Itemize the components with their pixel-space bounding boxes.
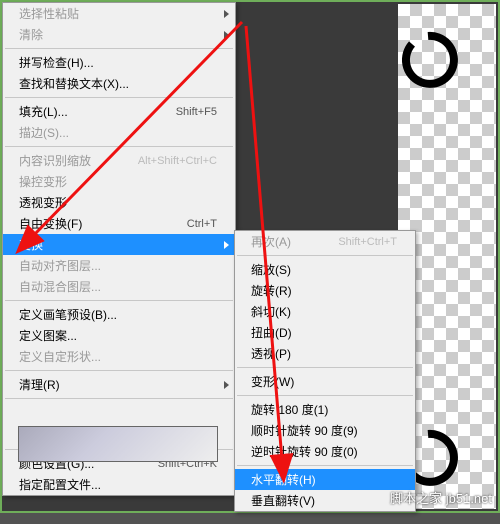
menu-item-label: 拼写检查(H)... xyxy=(19,54,217,71)
menu-item-shortcut: Ctrl+T xyxy=(187,218,217,230)
menu-separator xyxy=(5,97,233,98)
transform-submenu: 再次(A) Shift+Ctrl+T 缩放(S) 旋转(R) 斜切(K) 扭曲(D) 透视(… xyxy=(234,230,416,512)
menu-item-shortcut: Alt+Shift+Ctrl+C xyxy=(138,155,217,167)
edit-menu-item[interactable]: 透视变形 xyxy=(3,192,235,213)
menu-item-label: 指定配置文件... xyxy=(19,476,217,493)
edit-menu-item: 操控变形 xyxy=(3,171,235,192)
menu-item-label: 斜切(K) xyxy=(251,303,397,320)
edit-menu-item[interactable]: 拼写检查(H)... xyxy=(3,52,235,73)
menu-item-label: 清理(R) xyxy=(19,376,217,393)
edit-menu-item[interactable]: 填充(L)... Shift+F5 xyxy=(3,101,235,122)
menu-item-label: 垂直翻转(V) xyxy=(251,492,397,509)
edit-menu-item[interactable]: 查找和替换文本(X)... xyxy=(3,73,235,94)
menu-item-label: 逆时针旋转 90 度(0) xyxy=(251,443,397,460)
menu-item-label: 操控变形 xyxy=(19,173,217,190)
transform-menu-item[interactable]: 垂直翻转(V) xyxy=(235,490,415,511)
edit-menu-item: 自动对齐图层... xyxy=(3,255,235,276)
edit-menu-item: 选择性粘贴 xyxy=(3,3,235,24)
menu-item-label: 透视变形 xyxy=(19,194,217,211)
edit-menu-item: 描边(S)... xyxy=(3,122,235,143)
gradient-preview xyxy=(18,426,218,462)
menu-item-label: 水平翻转(H) xyxy=(251,471,397,488)
edit-menu-item: 定义自定形状... xyxy=(3,346,235,367)
menu-separator xyxy=(5,48,233,49)
transform-menu-item[interactable]: 旋转(R) xyxy=(235,280,415,301)
submenu-arrow-icon xyxy=(224,10,229,18)
transform-menu-item[interactable]: 旋转 180 度(1) xyxy=(235,399,415,420)
menu-item-label: 自动对齐图层... xyxy=(19,257,217,274)
transform-menu-item[interactable]: 变形(W) xyxy=(235,371,415,392)
menu-item-label: 扭曲(D) xyxy=(251,324,397,341)
menu-item-label: 变换 xyxy=(19,236,217,253)
transform-menu-item: 再次(A) Shift+Ctrl+T xyxy=(235,231,415,252)
menu-separator xyxy=(237,255,413,256)
menu-item-label: 内容识别缩放 xyxy=(19,152,130,169)
submenu-arrow-icon xyxy=(224,381,229,389)
menu-item-label: 再次(A) xyxy=(251,233,330,250)
menu-separator xyxy=(5,146,233,147)
menu-separator xyxy=(5,398,233,399)
edit-menu-item[interactable]: 自由变换(F) Ctrl+T xyxy=(3,213,235,234)
transform-menu-item[interactable]: 扭曲(D) xyxy=(235,322,415,343)
edit-menu-item: 自动混合图层... xyxy=(3,276,235,297)
menu-item-label: 旋转(R) xyxy=(251,282,397,299)
transform-menu-item[interactable]: 斜切(K) xyxy=(235,301,415,322)
menu-item-label: 自动混合图层... xyxy=(19,278,217,295)
transform-menu-item[interactable]: 缩放(S) xyxy=(235,259,415,280)
menu-item-label: 定义自定形状... xyxy=(19,348,217,365)
edit-menu-item[interactable]: 指定配置文件... xyxy=(3,474,235,495)
menu-separator xyxy=(237,367,413,368)
menu-separator xyxy=(237,395,413,396)
menu-item-label: 描边(S)... xyxy=(19,124,217,141)
menu-separator xyxy=(237,465,413,466)
edit-context-menu: 选择性粘贴清除拼写检查(H)... 查找和替换文本(X)... 填充(L)... Sh… xyxy=(2,2,236,496)
edit-menu-item[interactable]: 定义画笔预设(B)... xyxy=(3,304,235,325)
transform-menu-item[interactable]: 逆时针旋转 90 度(0) xyxy=(235,441,415,462)
watermark: 脚本之家 jb51.net xyxy=(390,488,492,507)
menu-item-label: 定义图案... xyxy=(19,327,217,344)
menu-separator xyxy=(5,300,233,301)
submenu-arrow-icon xyxy=(224,31,229,39)
menu-item-label: 变形(W) xyxy=(251,373,397,390)
edit-menu-item: 内容识别缩放 Alt+Shift+Ctrl+C xyxy=(3,150,235,171)
menu-item-shortcut: Shift+Ctrl+T xyxy=(338,236,397,248)
menu-item-label: 清除 xyxy=(19,26,217,43)
submenu-arrow-icon xyxy=(224,241,229,249)
edit-menu-item[interactable]: 定义图案... xyxy=(3,325,235,346)
menu-separator xyxy=(5,370,233,371)
edit-menu-item: 清除 xyxy=(3,24,235,45)
menu-item-label: 填充(L)... xyxy=(19,103,168,120)
menu-item-label: 自由变换(F) xyxy=(19,215,179,232)
transform-menu-item[interactable]: 透视(P) xyxy=(235,343,415,364)
menu-item-label: 旋转 180 度(1) xyxy=(251,401,397,418)
menu-item-label: 查找和替换文本(X)... xyxy=(19,75,217,92)
transform-menu-item[interactable]: 水平翻转(H) xyxy=(235,469,415,490)
menu-item-label: 透视(P) xyxy=(251,345,397,362)
menu-item-shortcut: Shift+F5 xyxy=(176,106,217,118)
edit-menu-item[interactable]: 清理(R) xyxy=(3,374,235,395)
menu-item-label: 缩放(S) xyxy=(251,261,397,278)
menu-item-label: 选择性粘贴 xyxy=(19,5,217,22)
menu-item-label: 顺时针旋转 90 度(9) xyxy=(251,422,397,439)
menu-item-label: 定义画笔预设(B)... xyxy=(19,306,217,323)
transform-menu-item[interactable]: 顺时针旋转 90 度(9) xyxy=(235,420,415,441)
edit-menu-item[interactable]: 变换 xyxy=(3,234,235,255)
